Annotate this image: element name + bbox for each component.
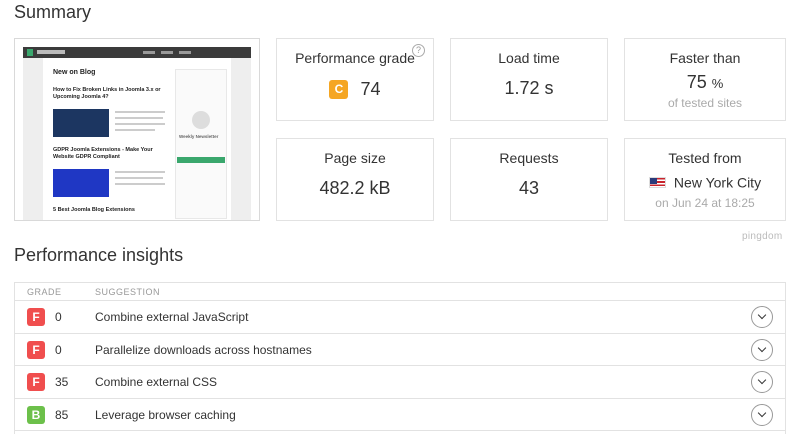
requests-value: 43: [518, 178, 540, 198]
preview-logo-icon: [27, 49, 33, 56]
table-row[interactable]: F 0 Combine external JavaScript: [15, 301, 785, 334]
preview-text-line: [115, 177, 163, 179]
preview-text-line: [115, 183, 165, 185]
requests-label: Requests: [499, 150, 559, 166]
preview-text-line: [115, 123, 165, 125]
preview-post-image: [53, 169, 109, 197]
faster-than-card: Faster than 75 % of tested sites: [624, 38, 786, 121]
tested-from-city: New York City: [673, 174, 762, 191]
preview-menu-item: [161, 51, 173, 54]
load-time-label: Load time: [498, 50, 560, 66]
preview-subscribe-button: [177, 157, 225, 163]
faster-than-percent: 75: [686, 72, 707, 92]
table-row[interactable]: B 85 Leverage browser caching: [15, 399, 785, 431]
grade-badge: F: [27, 308, 45, 326]
load-time-card: Load time 1.72 s: [450, 38, 608, 121]
preview-post-title: How to Fix Broken Links in Joomla 3.x or…: [53, 87, 161, 100]
preview-text-line: [115, 171, 165, 173]
page-size-label: Page size: [324, 150, 386, 166]
tested-from-label: Tested from: [668, 150, 742, 166]
expand-chevron-icon[interactable]: [751, 338, 773, 361]
faster-than-label: Faster than: [669, 50, 741, 66]
preview-navbar: [23, 47, 251, 58]
performance-insights-title: Performance insights: [14, 245, 184, 265]
preview-post-title: 5 Best Joomla Blog Extensions: [53, 207, 135, 213]
performance-insights-table: GRADE SUGGESTION F 0 Combine external Ja…: [14, 282, 786, 434]
tested-from-card: Tested from New York City on Jun 24 at 1…: [624, 138, 786, 221]
preview-menu-item: [143, 51, 155, 54]
grade-badge: F: [27, 373, 45, 391]
page-size-value: 482.2 kB: [319, 178, 391, 198]
row-suggestion: Combine external CSS: [95, 375, 218, 389]
preview-logo-text: [37, 50, 65, 54]
preview-left-gutter: [23, 58, 43, 220]
performance-score: 74: [360, 78, 381, 99]
faster-than-value: 75 %: [625, 72, 785, 93]
us-flag-icon: [648, 176, 666, 188]
row-score: 0: [55, 310, 62, 324]
preview-sidebar-panel: [175, 69, 227, 219]
preview-post-image: [53, 109, 109, 137]
table-row[interactable]: F 0 Parallelize downloads across hostnam…: [15, 334, 785, 366]
pingdom-brand: pingdom: [742, 231, 783, 242]
performance-grade-label: Performance grade: [295, 50, 415, 66]
faster-than-sub: of tested sites: [667, 96, 743, 110]
column-header-suggestion: SUGGESTION: [95, 287, 161, 297]
preview-post-title: GDPR Joomla Extensions - Make Your Websi…: [53, 147, 153, 160]
table-row[interactable]: F 35 Combine external CSS: [15, 366, 785, 399]
faster-than-unit: %: [711, 76, 724, 91]
row-suggestion: Parallelize downloads across hostnames: [95, 342, 312, 357]
expand-chevron-icon[interactable]: [751, 306, 773, 328]
performance-grade-value: C 74: [277, 78, 433, 100]
preview-right-gutter: [231, 58, 251, 220]
row-score: 0: [55, 342, 62, 357]
summary-title: Summary: [14, 2, 92, 22]
grade-c-badge: C: [329, 79, 349, 99]
row-score: 35: [55, 375, 69, 389]
website-preview: New on Blog How to Fix Broken Links in J…: [14, 38, 260, 221]
preview-sidebar-label: Weekly Newsletter: [179, 134, 219, 139]
preview-newsletter-icon: [192, 111, 210, 129]
tested-from-date: on Jun 24 at 18:25: [655, 196, 755, 210]
preview-text-line: [115, 117, 163, 119]
grade-badge: F: [27, 340, 45, 359]
performance-grade-card: ? Performance grade C 74: [276, 38, 434, 121]
preview-text-line: [115, 111, 165, 113]
preview-text-line: [115, 129, 155, 131]
page-size-card: Page size 482.2 kB: [276, 138, 434, 221]
grade-badge: B: [27, 405, 45, 424]
preview-heading: New on Blog: [53, 69, 96, 76]
expand-chevron-icon[interactable]: [751, 403, 773, 426]
row-score: 85: [55, 407, 69, 422]
table-header: GRADE SUGGESTION: [15, 283, 785, 301]
row-suggestion: Leverage browser caching: [95, 407, 236, 422]
load-time-value: 1.72 s: [504, 78, 554, 98]
row-suggestion: Combine external JavaScript: [95, 310, 249, 324]
column-header-grade: GRADE: [27, 287, 62, 297]
tested-from-location: New York City: [625, 173, 785, 190]
requests-card: Requests 43: [450, 138, 608, 221]
expand-chevron-icon[interactable]: [751, 371, 773, 393]
preview-menu-item: [179, 51, 191, 54]
